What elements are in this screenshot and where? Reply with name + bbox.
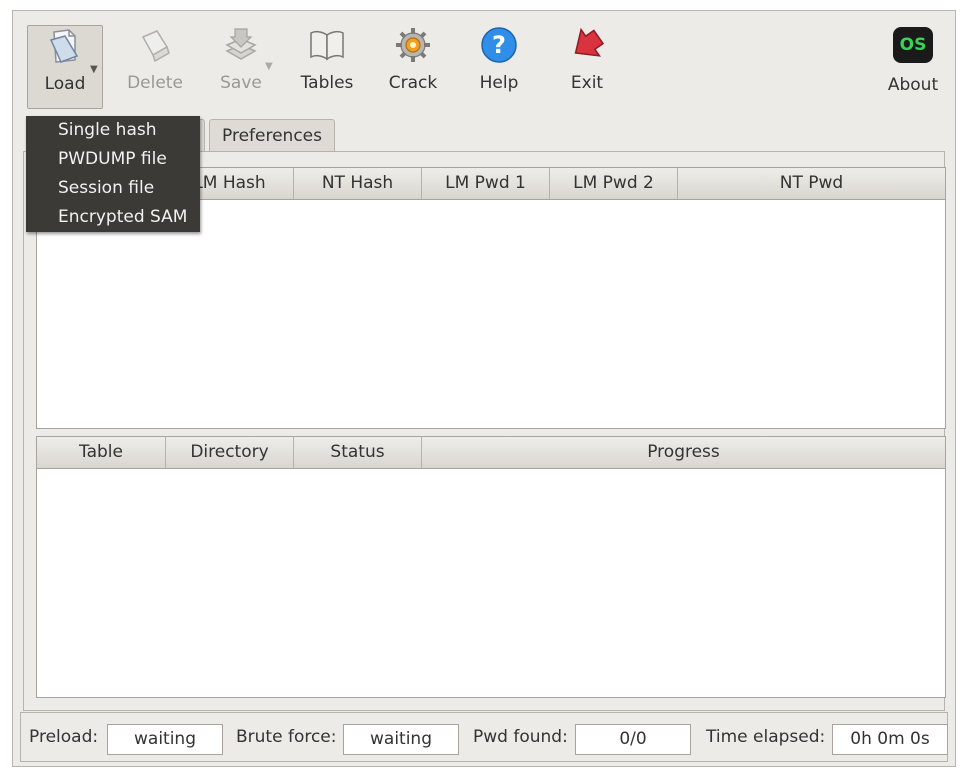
tab-panel: LM Hash NT Hash LM Pwd 1 LM Pwd 2 NT Pwd… xyxy=(23,151,946,711)
exit-label: Exit xyxy=(570,73,604,93)
about-badge: OS xyxy=(893,27,933,63)
chevron-down-icon: ▼ xyxy=(90,64,98,75)
tables-label: Tables xyxy=(300,73,354,93)
col-nt-pwd[interactable]: NT Pwd xyxy=(678,168,945,199)
help-button[interactable]: ? Help xyxy=(461,25,537,109)
load-label: Load xyxy=(44,74,86,94)
exit-arrow-icon xyxy=(567,25,607,65)
help-icon: ? xyxy=(479,25,519,65)
os-logo-icon: OS xyxy=(893,27,933,67)
delete-label: Delete xyxy=(127,73,183,93)
save-stack-icon xyxy=(221,25,261,65)
time-elapsed-label: Time elapsed: xyxy=(706,727,826,747)
load-menu: Single hash PWDUMP file Session file Enc… xyxy=(26,116,200,232)
rainbow-tables-table[interactable]: Table Directory Status Progress xyxy=(36,436,946,698)
about-label: About xyxy=(887,75,939,95)
chevron-down-icon: ▼ xyxy=(265,61,273,72)
save-button[interactable]: Save ▼ xyxy=(203,25,279,109)
preload-value: waiting xyxy=(107,724,223,755)
tab-preferences-label: Preferences xyxy=(222,126,322,146)
book-icon xyxy=(307,25,347,65)
menu-item-session-file[interactable]: Session file xyxy=(26,174,200,203)
eraser-icon xyxy=(135,25,175,65)
open-document-icon xyxy=(45,26,85,66)
time-elapsed-value: 0h 0m 0s xyxy=(832,724,948,755)
exit-button[interactable]: Exit xyxy=(549,25,625,109)
about-button[interactable]: OS About xyxy=(875,25,951,109)
menu-item-encrypted-sam[interactable]: Encrypted SAM xyxy=(26,203,200,232)
menu-item-pwdump-file[interactable]: PWDUMP file xyxy=(26,145,200,174)
save-label: Save xyxy=(220,73,262,93)
col-table[interactable]: Table xyxy=(37,437,166,468)
help-label: Help xyxy=(479,73,519,93)
load-button[interactable]: Load ▼ xyxy=(27,25,103,109)
brute-force-value: waiting xyxy=(343,724,459,755)
pwd-found-value: 0/0 xyxy=(575,724,691,755)
svg-text:?: ? xyxy=(492,31,506,59)
tables-table-header: Table Directory Status Progress xyxy=(37,437,945,469)
col-directory[interactable]: Directory xyxy=(166,437,294,468)
menu-item-single-hash[interactable]: Single hash xyxy=(26,116,200,145)
col-lm-pwd-1[interactable]: LM Pwd 1 xyxy=(422,168,550,199)
toolbar: Load ▼ Delete Save ▼ Tables Crack ? Help… xyxy=(13,11,955,111)
col-progress[interactable]: Progress xyxy=(422,437,945,468)
crack-label: Crack xyxy=(388,73,438,93)
app-window: Load ▼ Delete Save ▼ Tables Crack ? Help… xyxy=(12,10,956,767)
col-status[interactable]: Status xyxy=(294,437,422,468)
preload-label: Preload: xyxy=(29,727,99,747)
brute-force-label: Brute force: xyxy=(236,727,337,747)
crack-button[interactable]: Crack xyxy=(375,25,451,109)
tables-button[interactable]: Tables xyxy=(289,25,365,109)
col-lm-pwd-2[interactable]: LM Pwd 2 xyxy=(550,168,678,199)
pwd-found-label: Pwd found: xyxy=(473,727,568,747)
delete-button[interactable]: Delete xyxy=(117,25,193,109)
gear-icon xyxy=(393,25,433,65)
col-nt-hash[interactable]: NT Hash xyxy=(294,168,422,199)
tab-preferences[interactable]: Preferences xyxy=(209,119,335,152)
status-bar: Preload: waiting Brute force: waiting Pw… xyxy=(20,712,948,762)
